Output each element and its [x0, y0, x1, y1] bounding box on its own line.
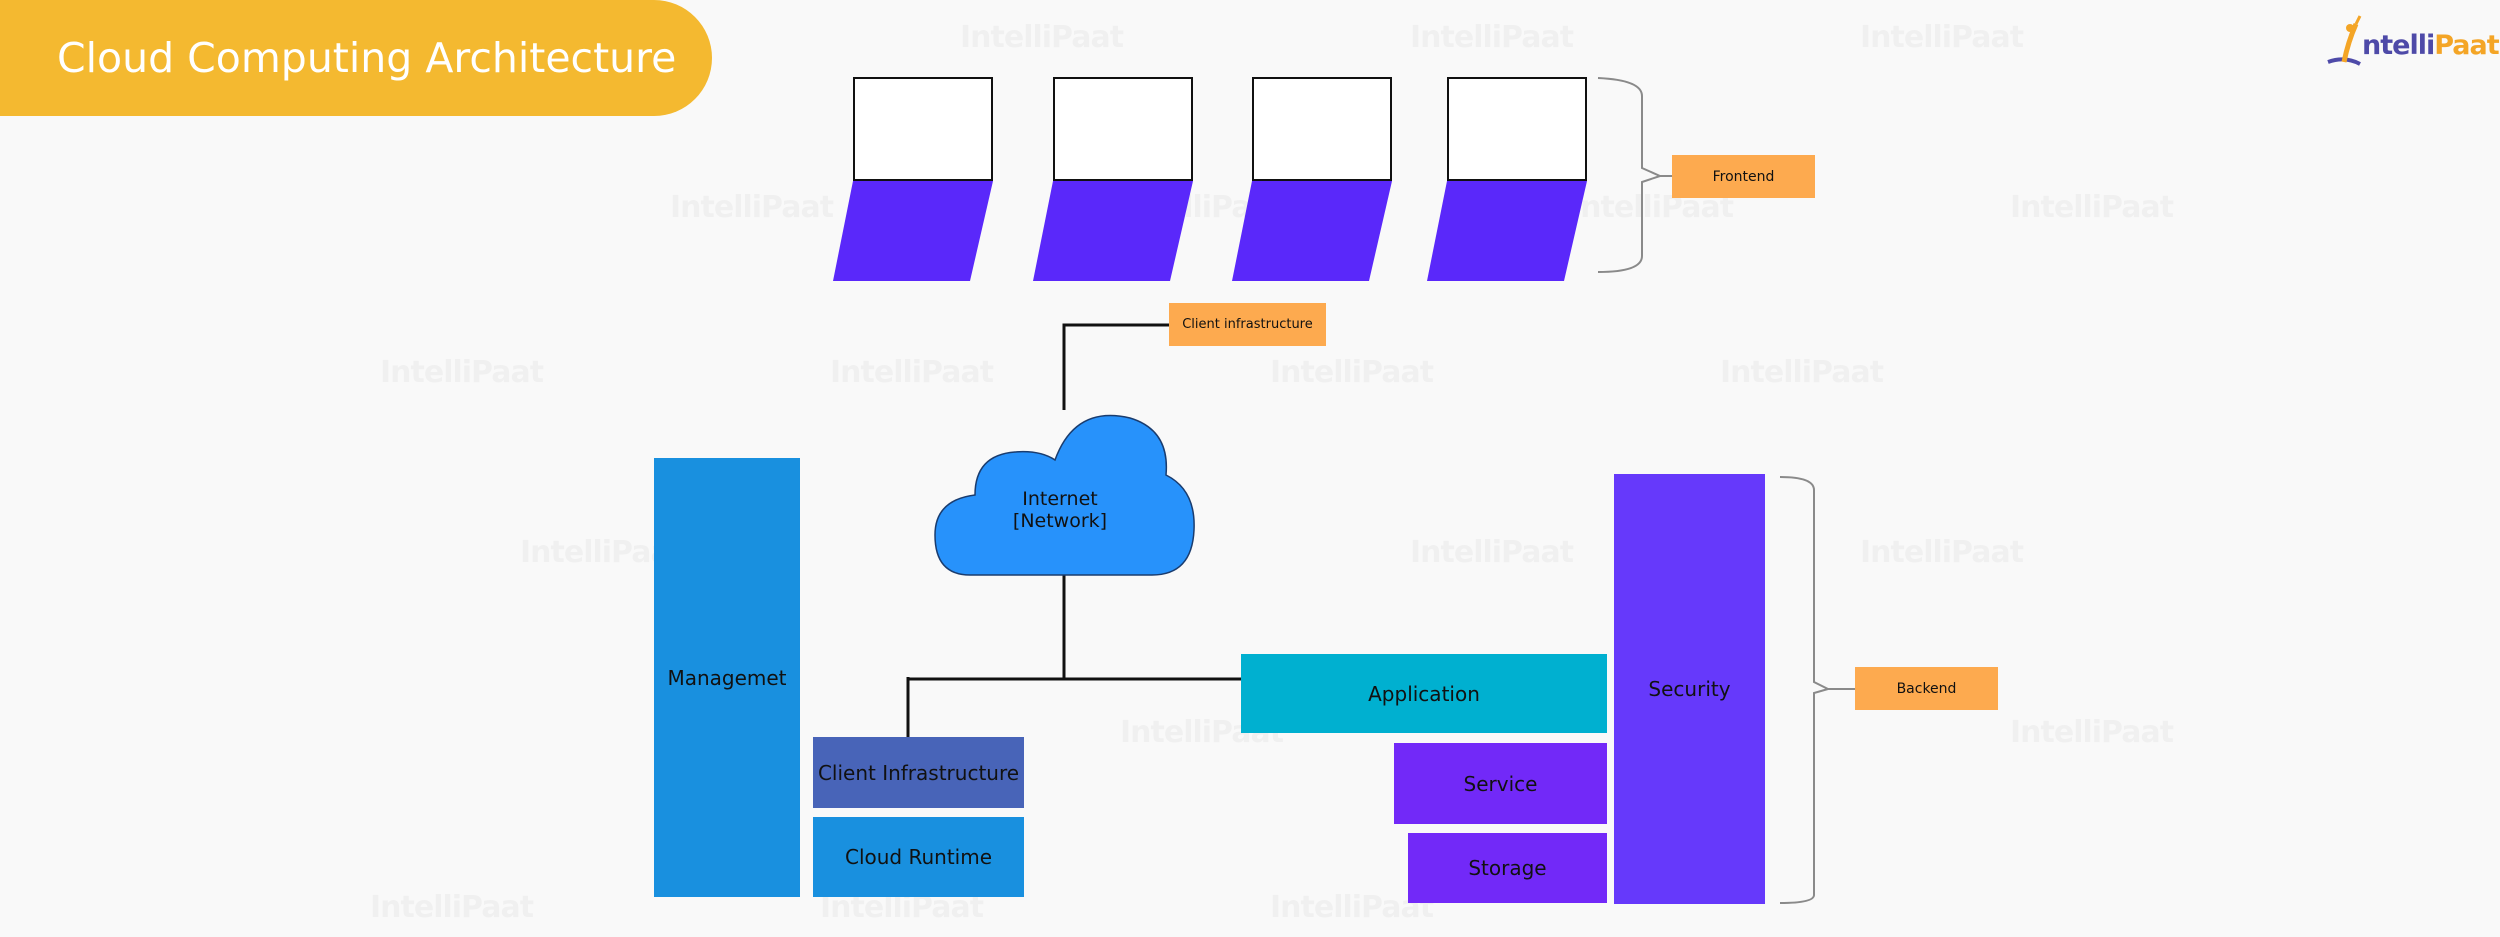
storage-label: Storage: [1468, 856, 1547, 880]
callout-line: [1062, 323, 1169, 410]
frontend-label: Frontend: [1672, 155, 1815, 198]
laptop-keyboard: [1033, 181, 1193, 281]
laptop-client-2: [1033, 77, 1193, 287]
cloud-line-1: Internet: [1022, 488, 1098, 510]
client-infrastructure-block: Client Infrastructure: [813, 737, 1024, 808]
application-label: Application: [1368, 681, 1480, 706]
service-block: Service: [1394, 743, 1607, 824]
service-label: Service: [1463, 771, 1538, 796]
laptop-client-4: [1427, 77, 1587, 287]
client-infrastructure-callout: Client infrastructure: [1169, 303, 1326, 346]
laptop-keyboard: [1427, 181, 1587, 281]
application-block: Application: [1241, 654, 1607, 733]
laptop-screen: [1447, 77, 1587, 181]
cloud-runtime-block: Cloud Runtime: [813, 817, 1024, 897]
storage-block: Storage: [1408, 833, 1607, 903]
management-block: Managemet: [654, 458, 800, 897]
laptop-screen: [1252, 77, 1392, 181]
management-label: Managemet: [667, 665, 787, 690]
security-label: Security: [1648, 677, 1731, 701]
internet-cloud-label: Internet [Network]: [990, 480, 1130, 540]
backend-brace: [1779, 476, 1855, 904]
cloud-runtime-label: Cloud Runtime: [844, 845, 993, 869]
network-line: [906, 575, 1241, 738]
laptop-screen: [853, 77, 993, 181]
client-infrastructure-label: Client Infrastructure: [817, 760, 1020, 785]
laptop-client-1: [833, 77, 993, 287]
security-block: Security: [1614, 474, 1765, 904]
laptop-keyboard: [1232, 181, 1392, 281]
cloud-line-2: [Network]: [1012, 510, 1108, 532]
laptop-keyboard: [833, 181, 993, 281]
frontend-brace: [1597, 77, 1672, 273]
backend-label: Backend: [1855, 667, 1998, 710]
laptop-client-3: [1232, 77, 1392, 287]
laptop-screen: [1053, 77, 1193, 181]
